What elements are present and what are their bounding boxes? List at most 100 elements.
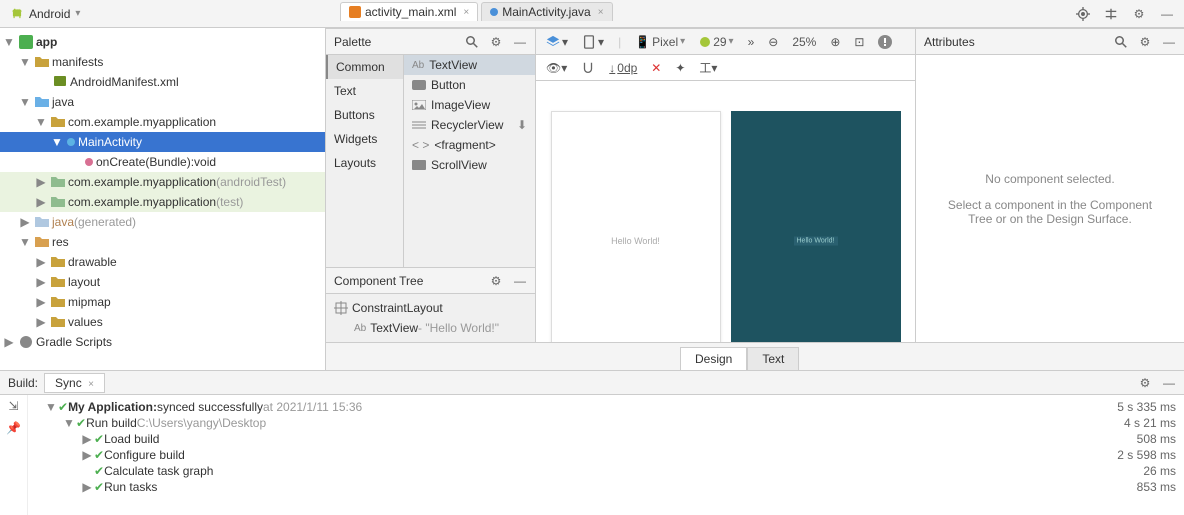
- close-icon[interactable]: ×: [88, 379, 94, 390]
- pal-cat-text[interactable]: Text: [326, 79, 403, 103]
- pin-icon[interactable]: 📌: [7, 421, 21, 435]
- build-tab-sync[interactable]: Sync ×: [44, 373, 105, 393]
- pal-cat-buttons[interactable]: Buttons: [326, 103, 403, 127]
- build-panel: Build: Sync × ⚙ — ⇲ 📌 ▼✔ My Application:…: [0, 370, 1184, 515]
- gear-icon[interactable]: ⚙: [1138, 35, 1152, 49]
- tree-java[interactable]: ▼java: [0, 92, 325, 112]
- tree-main-activity[interactable]: ▼MainActivity: [0, 132, 325, 152]
- zoom-out-icon[interactable]: ⊖: [768, 35, 778, 49]
- folder-icon: [51, 315, 65, 329]
- attributes-panel: Attributes ⚙ — No component selected. Se…: [916, 29, 1184, 342]
- design-canvas[interactable]: Hello World! Hello World!: [536, 81, 915, 342]
- folder-icon: [35, 55, 49, 69]
- gear-icon[interactable]: ⚙: [489, 274, 503, 288]
- pal-item-recyclerview[interactable]: RecyclerView⬇: [404, 115, 535, 135]
- component-tree-header: Component Tree ⚙ —: [326, 268, 535, 294]
- folder-icon: [35, 215, 49, 229]
- tree-layout[interactable]: ▶layout: [0, 272, 325, 292]
- minimize-icon[interactable]: —: [1162, 35, 1176, 49]
- minimize-icon[interactable]: —: [1160, 7, 1174, 21]
- tree-mipmap[interactable]: ▶mipmap: [0, 292, 325, 312]
- project-view-label: Android: [29, 7, 70, 21]
- minimize-icon[interactable]: —: [1162, 376, 1176, 390]
- build-row[interactable]: ✔ Calculate task graph26 ms: [36, 463, 1176, 479]
- tree-pkg-test[interactable]: ▶com.example.myapplication (test): [0, 192, 325, 212]
- wand-icon[interactable]: ✦: [675, 61, 685, 75]
- pal-item-imageview[interactable]: ImageView: [404, 95, 535, 115]
- layers-icon[interactable]: ▾: [546, 35, 568, 49]
- fragment-icon: < >: [412, 138, 429, 152]
- tree-oncreate[interactable]: onCreate(Bundle):void: [0, 152, 325, 172]
- tree-values[interactable]: ▶values: [0, 312, 325, 332]
- build-row[interactable]: ▼✔ My Application: synced successfully a…: [36, 399, 1176, 415]
- tab-design[interactable]: Design: [680, 347, 747, 371]
- project-view-selector[interactable]: Android: [0, 7, 90, 21]
- project-tree-pane: ▼app ▼manifests AndroidManifest.xml ▼jav…: [0, 28, 326, 370]
- minimize-icon[interactable]: —: [513, 274, 527, 288]
- attributes-header: Attributes ⚙ —: [916, 29, 1184, 55]
- build-row[interactable]: ▼✔ Run build C:\Users\yangy\Desktop4 s 2…: [36, 415, 1176, 431]
- orientation-icon[interactable]: ▾: [582, 35, 604, 49]
- search-icon[interactable]: [1114, 35, 1128, 49]
- zoom-fit-icon[interactable]: ⊡: [854, 35, 864, 49]
- ct-constraint-layout[interactable]: ConstraintLayout: [326, 298, 535, 318]
- download-icon[interactable]: ⬇: [517, 118, 527, 132]
- pal-cat-common[interactable]: Common: [326, 55, 403, 79]
- textview-icon: Ab: [354, 323, 366, 334]
- tree-manifest-file[interactable]: AndroidManifest.xml: [0, 72, 325, 92]
- pal-cat-widgets[interactable]: Widgets: [326, 127, 403, 151]
- tree-manifests[interactable]: ▼manifests: [0, 52, 325, 72]
- eye-icon[interactable]: 👁▾: [546, 61, 567, 75]
- blueprint-hello: Hello World!: [794, 237, 838, 246]
- tree-pkg[interactable]: ▼com.example.myapplication: [0, 112, 325, 132]
- tree-pkg-androidtest[interactable]: ▶com.example.myapplication (androidTest): [0, 172, 325, 192]
- scrollview-icon: [412, 160, 426, 170]
- gear-icon[interactable]: ⚙: [489, 35, 503, 49]
- pal-item-textview[interactable]: AbTextView: [404, 55, 535, 75]
- collapse-icon[interactable]: [1104, 7, 1118, 21]
- tree-res[interactable]: ▼res: [0, 232, 325, 252]
- gear-icon[interactable]: ⚙: [1132, 7, 1146, 21]
- zoom-in-icon[interactable]: ⊕: [830, 35, 840, 49]
- device-select[interactable]: 📱 Pixel: [635, 35, 685, 49]
- close-icon[interactable]: ×: [598, 7, 604, 18]
- warning-icon[interactable]: [878, 35, 892, 49]
- search-icon[interactable]: [465, 35, 479, 49]
- target-icon[interactable]: [1076, 7, 1090, 21]
- build-row[interactable]: ▶✔ Configure build2 s 598 ms: [36, 447, 1176, 463]
- build-row[interactable]: ▶✔ Run tasks853 ms: [36, 479, 1176, 495]
- more-icon[interactable]: »: [748, 35, 755, 49]
- tree-java-gen[interactable]: ▶java (generated): [0, 212, 325, 232]
- tree-app[interactable]: ▼app: [0, 32, 325, 52]
- build-row[interactable]: ▶✔ Load build508 ms: [36, 431, 1176, 447]
- default-margin[interactable]: ↓ 0dp: [609, 61, 637, 75]
- design-toolbar-2: 👁▾ ↓ 0dp ✕ ✦ 工▾: [536, 55, 915, 81]
- gear-icon[interactable]: ⚙: [1138, 376, 1152, 390]
- folder-icon: [51, 295, 65, 309]
- ct-textview[interactable]: AbTextView- "Hello World!": [326, 318, 535, 338]
- tab-main-activity[interactable]: MainActivity.java ×: [481, 2, 612, 21]
- align-icon[interactable]: 工▾: [699, 59, 717, 76]
- blueprint-preview[interactable]: Hello World!: [731, 111, 901, 342]
- class-icon: [67, 138, 75, 146]
- minimize-icon[interactable]: —: [513, 35, 527, 49]
- clear-constraints-icon[interactable]: ✕: [651, 61, 661, 75]
- close-icon[interactable]: ×: [463, 7, 469, 18]
- tab-activity-main[interactable]: activity_main.xml ×: [340, 2, 478, 21]
- tab-text[interactable]: Text: [747, 347, 799, 371]
- pal-item-button[interactable]: Button: [404, 75, 535, 95]
- pal-item-fragment[interactable]: < ><fragment>: [404, 135, 535, 155]
- tab-label: MainActivity.java: [502, 5, 590, 19]
- pal-item-scrollview[interactable]: ScrollView: [404, 155, 535, 175]
- top-toolbar: Android ⚙ — activity_main.xml × MainActi…: [0, 0, 1184, 28]
- tree-gradle[interactable]: ▶Gradle Scripts: [0, 332, 325, 352]
- tree-drawable[interactable]: ▶drawable: [0, 252, 325, 272]
- export-icon[interactable]: ⇲: [7, 399, 21, 413]
- design-preview[interactable]: Hello World!: [551, 111, 721, 342]
- folder-icon: [51, 255, 65, 269]
- api-select[interactable]: 29: [699, 35, 733, 49]
- magnet-icon[interactable]: [581, 61, 595, 75]
- gradle-icon: [19, 335, 33, 349]
- folder-icon: [35, 95, 49, 109]
- pal-cat-layouts[interactable]: Layouts: [326, 151, 403, 175]
